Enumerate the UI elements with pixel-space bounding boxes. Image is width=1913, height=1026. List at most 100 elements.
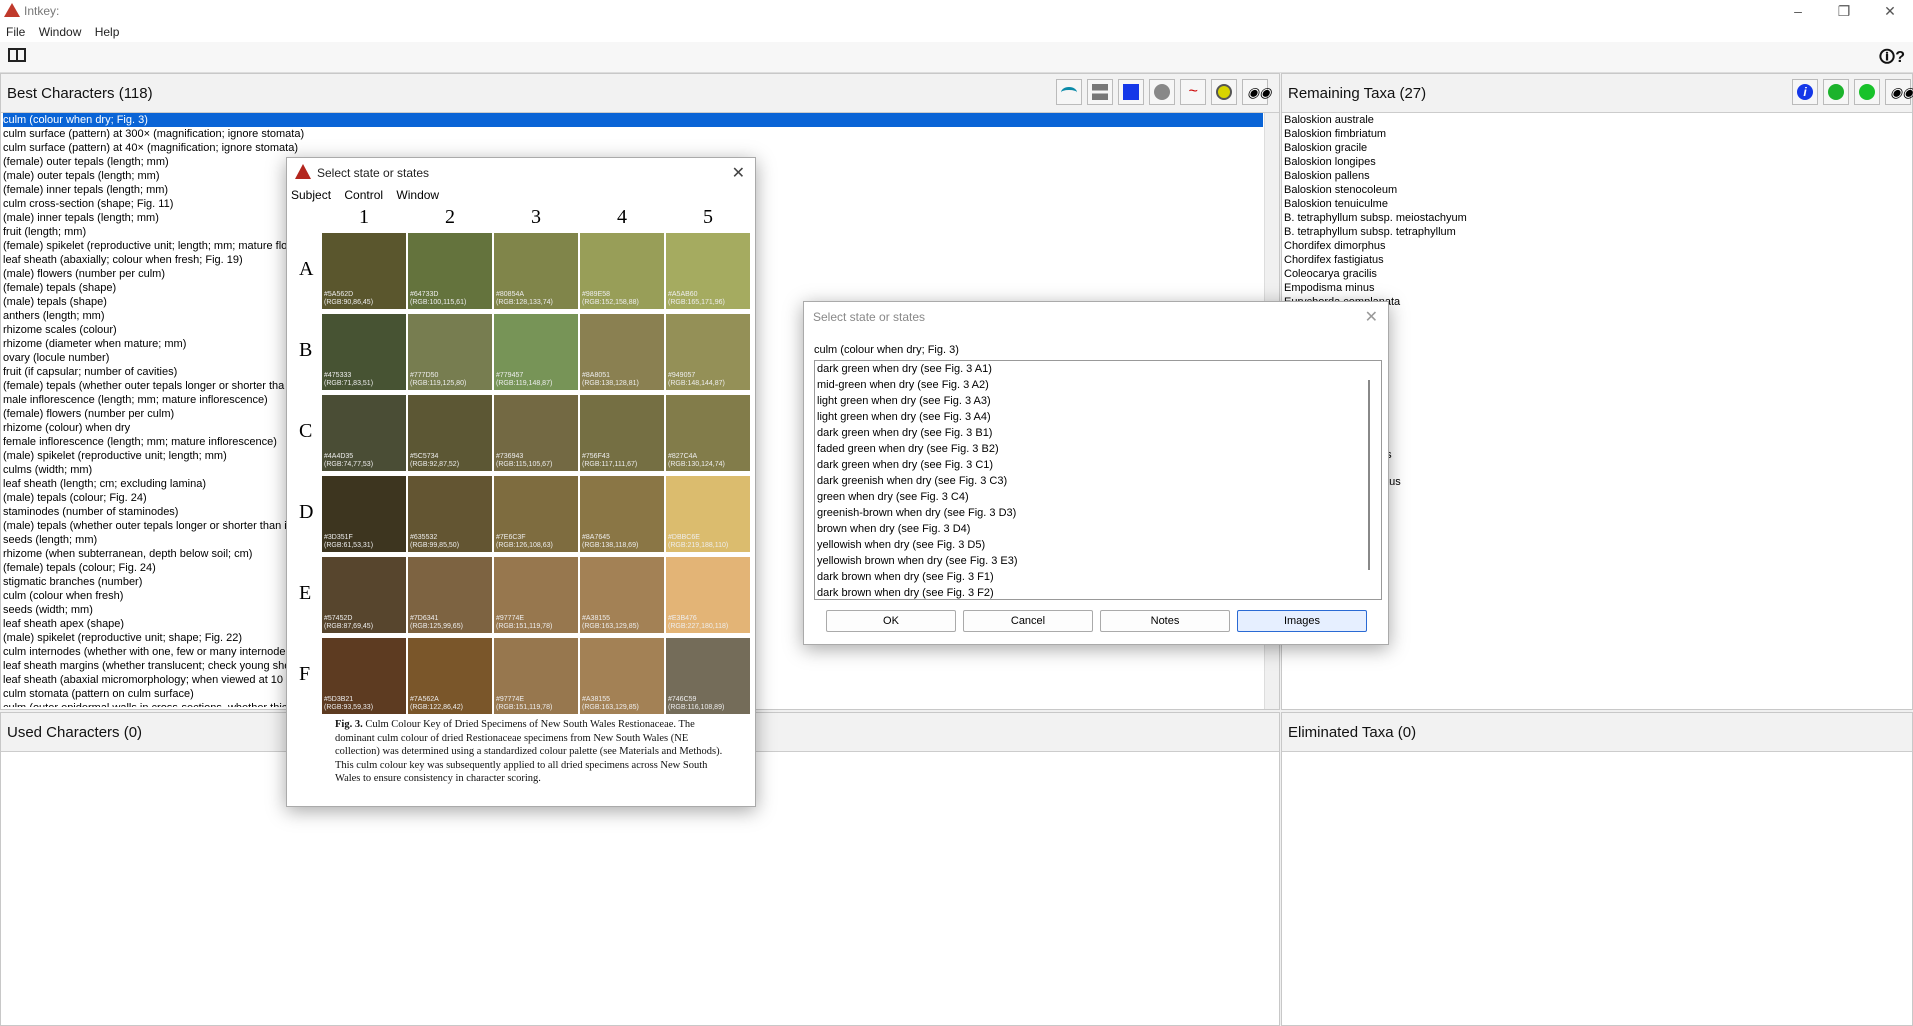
colour-swatch: #80854A (RGB:128,133,74) <box>493 232 579 310</box>
state-item[interactable]: dark green when dry (see Fig. 3 A1) <box>815 361 1381 377</box>
notes-button[interactable]: Notes <box>1100 610 1230 632</box>
state-item[interactable]: dark greenish when dry (see Fig. 3 C3) <box>815 473 1381 489</box>
colour-swatch: #736943 (RGB:115,105,67) <box>493 394 579 472</box>
grey-circle-icon[interactable] <box>1149 79 1175 105</box>
column-number: 2 <box>445 206 455 228</box>
state-item[interactable]: dark green when dry (see Fig. 3 C1) <box>815 457 1381 473</box>
state-item[interactable]: dark brown when dry (see Fig. 3 F1) <box>815 569 1381 585</box>
taxon-item[interactable]: B. tetraphyllum subsp. tetraphyllum <box>1284 225 1896 239</box>
caption-label: Fig. 3. <box>335 719 363 730</box>
image-dialog-close-icon[interactable]: ✕ <box>732 163 745 183</box>
taxon-item[interactable]: Baloskion gracile <box>1284 141 1896 155</box>
taxon-item[interactable]: B. tetraphyllum subsp. meiostachyum <box>1284 211 1896 225</box>
taxon-item[interactable]: Baloskion pallens <box>1284 169 1896 183</box>
restore-button[interactable]: ❐ <box>1821 0 1867 22</box>
taxon-item[interactable]: Baloskion longipes <box>1284 155 1896 169</box>
info-icon[interactable]: i <box>1792 79 1818 105</box>
yellow-circle-icon[interactable] <box>1211 79 1237 105</box>
colour-swatch: #57452D (RGB:87,69,45) <box>321 556 407 634</box>
intkey-logo-icon <box>4 3 20 17</box>
swatch-label: #4A4D35 (RGB:74,77,53) <box>324 453 374 468</box>
state-item[interactable]: dark green when dry (see Fig. 3 B1) <box>815 425 1381 441</box>
swatch-label: #7A562A (RGB:122,86,42) <box>410 696 463 711</box>
taxon-item[interactable]: Coleocarya gracilis <box>1284 267 1896 281</box>
eliminated-taxa-title: Eliminated Taxa (0) <box>1288 724 1417 741</box>
colour-swatch: #8A7645 (RGB:138,118,69) <box>579 475 665 553</box>
figure-caption: Fig. 3. Culm Colour Key of Dried Specime… <box>335 718 735 786</box>
dialog-menu-window[interactable]: Window <box>392 186 439 202</box>
state-list-scrollbar[interactable] <box>1368 380 1370 570</box>
state-dialog-title: Select state or states <box>813 310 926 324</box>
row-letter: C <box>299 420 313 442</box>
remaining-taxa-title: Remaining Taxa (27) <box>1288 85 1427 102</box>
taxon-item[interactable]: Baloskion stenocoleum <box>1284 183 1896 197</box>
state-item[interactable]: dark brown when dry (see Fig. 3 F2) <box>815 585 1381 599</box>
colour-swatch: #A5AB60 (RGB:165,171,96) <box>665 232 751 310</box>
context-help-icon[interactable]: 🛈? <box>1879 46 1905 73</box>
state-item[interactable]: light green when dry (see Fig. 3 A4) <box>815 409 1381 425</box>
state-item[interactable]: green when dry (see Fig. 3 C4) <box>815 489 1381 505</box>
state-item[interactable]: faded green when dry (see Fig. 3 B2) <box>815 441 1381 457</box>
swatch-label: #A38155 (RGB:163,129,85) <box>582 696 639 711</box>
colour-swatch: #756F43 (RGB:117,111,67) <box>579 394 665 472</box>
restart-arrow-icon[interactable] <box>1056 79 1082 105</box>
taxon-item[interactable]: Chordifex dimorphus <box>1284 239 1896 253</box>
cancel-button[interactable]: Cancel <box>963 610 1093 632</box>
taxon-item[interactable]: Empodisma minus <box>1284 281 1896 295</box>
state-item[interactable]: mid-green when dry (see Fig. 3 A2) <box>815 377 1381 393</box>
binoculars-icon[interactable]: ◉◉ <box>1242 79 1271 105</box>
image-dialog: Select state or states ✕ Subject Control… <box>286 157 756 807</box>
colour-swatch: #779457 (RGB:119,148,87) <box>493 313 579 391</box>
row-letter: F <box>299 663 311 685</box>
character-item[interactable]: culm (colour when dry; Fig. 3) <box>3 113 1263 127</box>
colour-swatch: #A38155 (RGB:163,129,85) <box>579 556 665 634</box>
swatch-label: #E3B476 (RGB:227,180,118) <box>668 615 729 630</box>
state-list[interactable]: dark green when dry (see Fig. 3 A1) mid-g… <box>814 360 1382 600</box>
colour-swatch: #E3B476 (RGB:227,180,118) <box>665 556 751 634</box>
menu-file[interactable]: File <box>0 22 29 39</box>
swatch-label: #779457 (RGB:119,148,87) <box>496 372 553 387</box>
state-dialog-close-icon[interactable]: ✕ <box>1365 307 1378 327</box>
state-item[interactable]: yellowish brown when dry (see Fig. 3 E3) <box>815 553 1381 569</box>
state-item[interactable]: yellowish when dry (see Fig. 3 D5) <box>815 537 1381 553</box>
swatch-label: #777D50 (RGB:119,125,80) <box>410 372 467 387</box>
swatch-label: #989E58 (RGB:152,158,88) <box>582 291 639 306</box>
menu-help[interactable]: Help <box>89 22 124 39</box>
colour-swatch: #949057 (RGB:148,144,87) <box>665 313 751 391</box>
state-item[interactable]: greenish-brown when dry (see Fig. 3 D3) <box>815 505 1381 521</box>
column-number: 5 <box>703 206 713 228</box>
taxon-item[interactable]: Baloskion fimbriatum <box>1284 127 1896 141</box>
ok-button[interactable]: OK <box>826 610 956 632</box>
minimize-button[interactable]: – <box>1775 0 1821 22</box>
character-item[interactable]: culm surface (pattern) at 40× (magnifica… <box>3 141 1263 155</box>
blue-square-icon[interactable] <box>1118 79 1144 105</box>
close-window-button[interactable]: ✕ <box>1867 0 1913 22</box>
dialog-menu-subject[interactable]: Subject <box>287 186 331 202</box>
red-wave-icon[interactable]: ~ <box>1180 79 1206 105</box>
colour-key-figure[interactable]: 1 2 3 4 5 A #5A562D (RGB:90,86,45) #64733D (RGB:1… <box>293 206 751 798</box>
green-compare-icon[interactable] <box>1823 79 1849 105</box>
colour-swatch: #7A562A (RGB:122,86,42) <box>407 637 493 715</box>
state-item[interactable]: light green when dry (see Fig. 3 A3) <box>815 393 1381 409</box>
state-item[interactable]: brown when dry (see Fig. 3 D4) <box>815 521 1381 537</box>
colour-swatch: #5A562D (RGB:90,86,45) <box>321 232 407 310</box>
book-icon[interactable] <box>8 48 26 62</box>
colour-swatch: #475333 (RGB:71,83,51) <box>321 313 407 391</box>
taxon-item[interactable]: Baloskion tenuiculme <box>1284 197 1896 211</box>
taxon-item[interactable]: Chordifex fastigiatus <box>1284 253 1896 267</box>
caption-text: Culm Colour Key of Dried Specimens of Ne… <box>335 719 723 784</box>
menu-window[interactable]: Window <box>33 22 86 39</box>
swatch-label: #7D6341 (RGB:125,99,65) <box>410 615 463 630</box>
dialog-menu-control[interactable]: Control <box>340 186 383 202</box>
character-item[interactable]: culm surface (pattern) at 300× (magnific… <box>3 127 1263 141</box>
dialog-logo-icon <box>295 164 311 179</box>
taxa-binoculars-icon[interactable]: ◉◉ <box>1885 79 1913 105</box>
green-circle-icon[interactable] <box>1854 79 1880 105</box>
images-button[interactable]: Images <box>1237 610 1367 632</box>
swatch-label: #8A8051 (RGB:138,128,81) <box>582 372 639 387</box>
column-number: 1 <box>359 206 369 228</box>
separate-characters-icon[interactable] <box>1087 79 1113 105</box>
taxon-item[interactable]: Baloskion australe <box>1284 113 1896 127</box>
swatch-label: #827C4A (RGB:130,124,74) <box>668 453 725 468</box>
row-letter: D <box>299 501 314 523</box>
